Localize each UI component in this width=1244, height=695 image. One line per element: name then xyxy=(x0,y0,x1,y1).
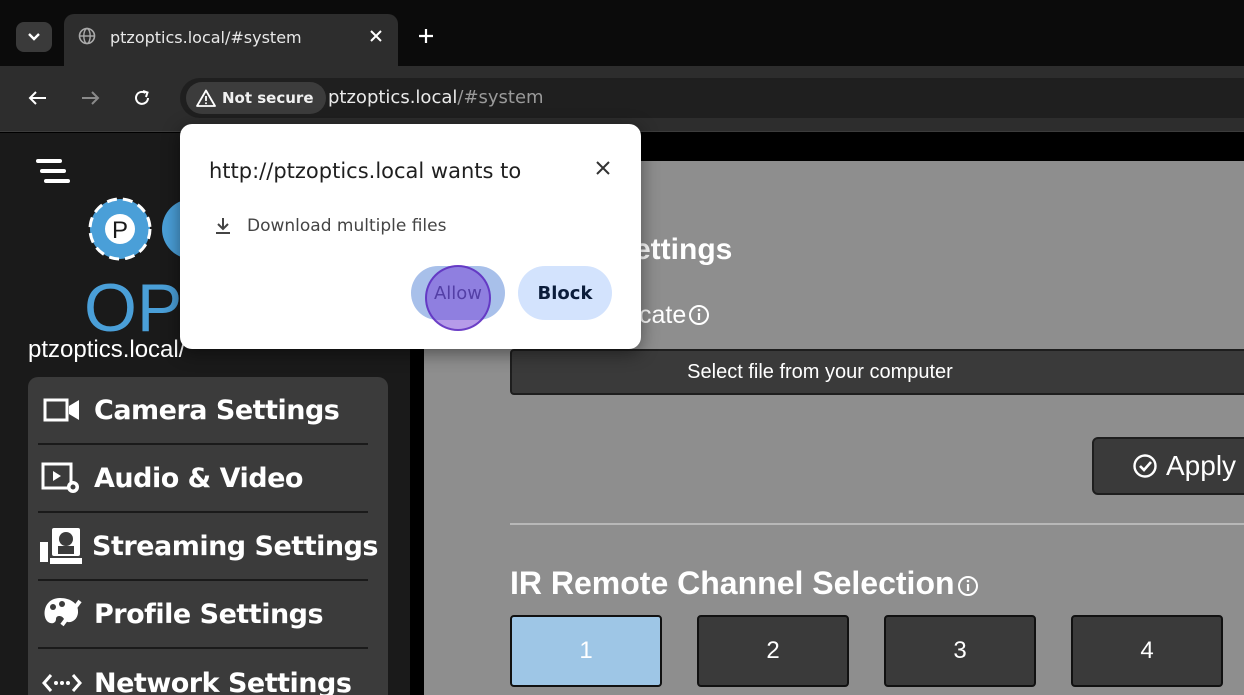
select-file-button[interactable]: Select file from your computer xyxy=(510,349,1244,395)
check-circle-icon xyxy=(1133,454,1157,478)
popup-close-button[interactable] xyxy=(589,154,617,182)
close-icon xyxy=(596,161,610,175)
apply-button[interactable]: Apply xyxy=(1092,437,1244,495)
section-divider xyxy=(510,523,1244,525)
channel-button-3[interactable]: 3 xyxy=(884,615,1036,687)
menu-item-label: Audio & Video xyxy=(94,462,303,494)
section-title: ettings xyxy=(634,233,733,266)
security-chip[interactable]: Not secure xyxy=(186,82,326,114)
arrow-right-icon xyxy=(82,91,100,105)
menu-item-camera-settings[interactable]: Camera Settings xyxy=(38,377,368,445)
info-icon[interactable] xyxy=(957,575,979,597)
block-button[interactable]: Block xyxy=(518,266,612,320)
tab-search-button[interactable] xyxy=(16,22,52,52)
menu-item-label: Network Settings xyxy=(94,667,352,695)
info-icon[interactable] xyxy=(688,304,710,326)
globe-icon xyxy=(78,27,96,45)
back-button[interactable] xyxy=(24,84,52,112)
menu-item-audio-video[interactable]: Audio & Video xyxy=(38,445,368,513)
reload-icon xyxy=(135,90,149,105)
security-chip-label: Not secure xyxy=(222,89,314,107)
allow-button[interactable]: Allow xyxy=(411,266,505,320)
palette-icon xyxy=(38,594,86,634)
channel-button-2[interactable]: 2 xyxy=(697,615,849,687)
video-settings-icon xyxy=(38,458,86,498)
settings-menu: Camera Settings Audio & Video Streaming … xyxy=(28,377,388,695)
menu-item-label: Camera Settings xyxy=(94,394,340,426)
tab-close-button[interactable] xyxy=(364,24,388,48)
close-icon xyxy=(370,30,382,42)
permission-row: Download multiple files xyxy=(213,216,446,236)
forward-button[interactable] xyxy=(76,84,104,112)
popup-title: http://ptzoptics.local wants to xyxy=(209,159,522,183)
menu-item-label: Streaming Settings xyxy=(92,530,378,562)
device-name: ptzoptics.local/ xyxy=(28,336,186,363)
permission-popup: http://ptzoptics.local wants to Download… xyxy=(180,124,641,349)
menu-item-streaming-settings[interactable]: Streaming Settings xyxy=(38,513,378,581)
channel-button-1[interactable]: 1 xyxy=(510,615,662,687)
menu-item-network-settings[interactable]: Network Settings xyxy=(38,649,368,695)
download-icon xyxy=(216,218,230,234)
url-path: /#system xyxy=(457,87,544,108)
svg-text:OP: OP xyxy=(84,270,182,339)
url-text: ptzoptics.local/#system xyxy=(328,87,544,108)
ir-remote-title: IR Remote Channel Selection xyxy=(510,565,979,602)
hamburger-menu-icon[interactable] xyxy=(36,159,72,189)
browser-toolbar: Not secure ptzoptics.local/#system xyxy=(0,66,1244,132)
warning-icon xyxy=(196,89,216,107)
menu-item-profile-settings[interactable]: Profile Settings xyxy=(38,581,368,649)
plus-icon xyxy=(419,29,433,43)
svg-text:P: P xyxy=(112,217,128,244)
streaming-icon xyxy=(38,526,84,566)
url-host: ptzoptics.local xyxy=(328,87,458,108)
apply-label: Apply xyxy=(1166,450,1237,481)
chevron-down-icon xyxy=(28,33,40,41)
network-icon xyxy=(38,663,86,695)
tab-title: ptzoptics.local/#system xyxy=(110,28,302,47)
video-camera-icon xyxy=(38,390,86,430)
tab-strip: ptzoptics.local/#system xyxy=(0,0,1244,66)
reload-button[interactable] xyxy=(128,84,156,112)
permission-label: Download multiple files xyxy=(247,216,447,236)
menu-item-label: Profile Settings xyxy=(94,598,324,630)
arrow-left-icon xyxy=(28,91,46,105)
ir-remote-title-text: IR Remote Channel Selection xyxy=(510,565,955,601)
new-tab-button[interactable] xyxy=(412,22,440,50)
channel-button-4[interactable]: 4 xyxy=(1071,615,1223,687)
browser-tab[interactable]: ptzoptics.local/#system xyxy=(64,14,398,66)
address-bar[interactable]: Not secure ptzoptics.local/#system xyxy=(180,78,1244,118)
